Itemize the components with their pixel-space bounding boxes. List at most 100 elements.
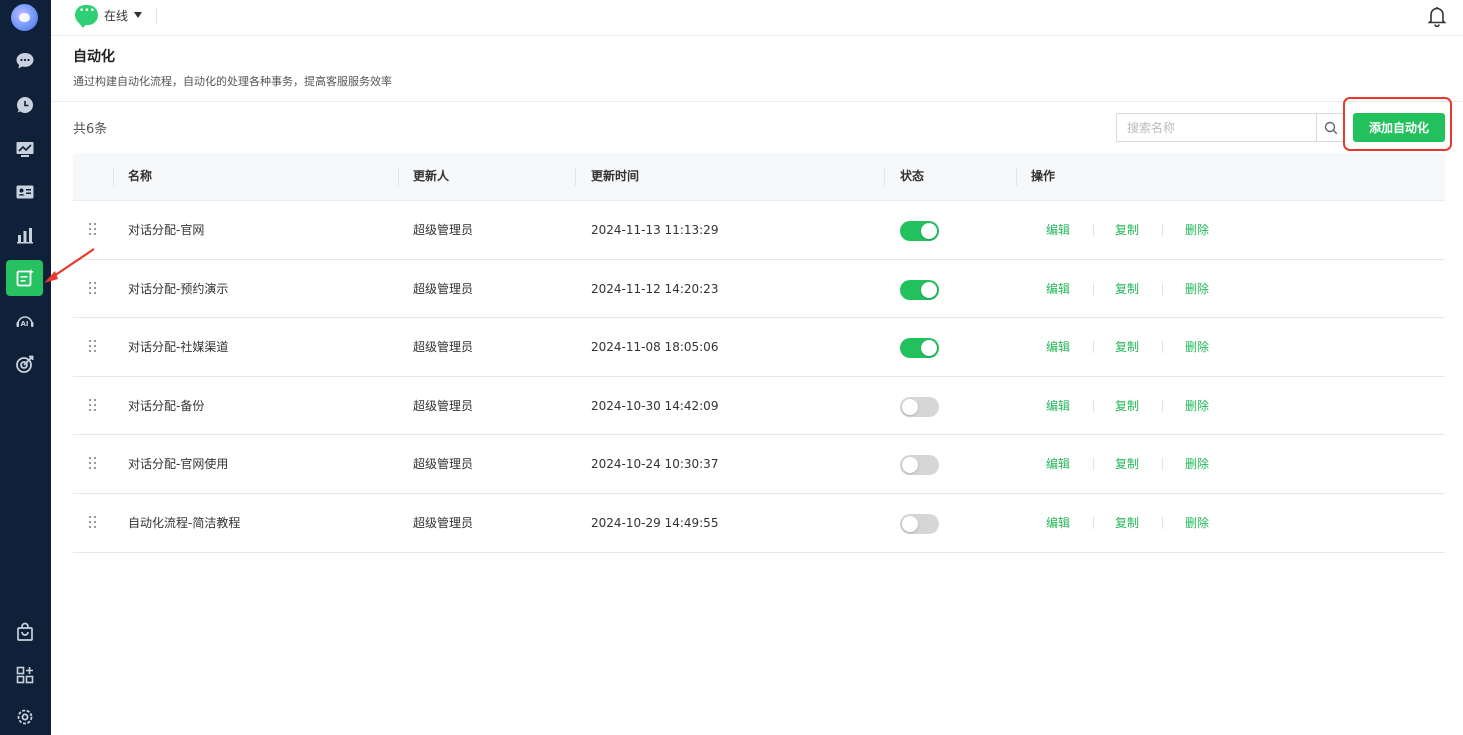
toggle-knob: [921, 223, 937, 239]
sidebar-item-ai[interactable]: AI: [6, 303, 43, 339]
search-button[interactable]: [1316, 113, 1345, 142]
drag-handle-icon[interactable]: [89, 398, 97, 411]
column-header-updater: 更新人: [413, 169, 450, 183]
sidebar-item-settings[interactable]: [6, 699, 43, 735]
toggle-knob: [902, 457, 918, 474]
sidebar-item-store[interactable]: [6, 614, 43, 650]
search-input[interactable]: [1116, 113, 1317, 142]
edit-button[interactable]: 编辑: [1046, 260, 1070, 318]
copy-button[interactable]: 复制: [1115, 435, 1139, 493]
copy-button[interactable]: 复制: [1115, 260, 1139, 318]
apps-grid-icon: [16, 666, 33, 684]
toggle-knob: [902, 398, 918, 415]
copy-button[interactable]: 复制: [1115, 494, 1139, 552]
table-header: 名称 更新人 更新时间 状态 操作: [73, 153, 1445, 201]
online-status-icon: [75, 5, 98, 28]
table-row: 对话分配-预约演示 超级管理员 2024-11-12 14:20:23 编辑 复…: [73, 260, 1445, 319]
table-row: 自动化流程-简洁教程 超级管理员 2024-10-29 14:49:55 编辑 …: [73, 494, 1445, 553]
automation-table: 名称 更新人 更新时间 状态 操作 对话分配-官网 超级管理员 2024-11-…: [73, 153, 1445, 553]
add-automation-button[interactable]: 添加自动化: [1353, 113, 1445, 142]
automation-name: 对话分配-预约演示: [128, 281, 229, 296]
automation-name: 对话分配-社媒渠道: [128, 340, 229, 355]
automation-updated-at: 2024-10-29 14:49:55: [591, 515, 719, 530]
copy-button[interactable]: 复制: [1115, 377, 1139, 435]
action-divider: [1093, 458, 1094, 471]
delete-button[interactable]: 删除: [1185, 318, 1209, 376]
status-toggle[interactable]: [900, 455, 939, 476]
column-header-actions: 操作: [1031, 169, 1056, 183]
copy-button[interactable]: 复制: [1115, 201, 1139, 259]
action-divider: [1093, 399, 1094, 412]
automation-updater: 超级管理员: [413, 340, 474, 355]
drag-handle-icon[interactable]: [89, 340, 97, 353]
action-divider: [1162, 341, 1163, 354]
automation-name: 对话分配-备份: [128, 398, 205, 413]
edit-button[interactable]: 编辑: [1046, 377, 1070, 435]
table-row: 对话分配-备份 超级管理员 2024-10-30 14:42:09 编辑 复制 …: [73, 377, 1445, 436]
action-divider: [1093, 341, 1094, 354]
column-divider: [1016, 168, 1017, 186]
bar-chart-icon: [16, 228, 33, 244]
ai-assistant-icon: AI: [16, 316, 33, 328]
sidebar-item-marketing[interactable]: [6, 346, 43, 382]
edit-button[interactable]: 编辑: [1046, 494, 1070, 552]
monitor-chart-icon: [16, 142, 33, 157]
sidebar-item-conversations[interactable]: [6, 87, 43, 123]
sidebar-item-apps[interactable]: [6, 657, 43, 693]
sidebar-item-monitor[interactable]: [6, 131, 43, 167]
settings-gear-icon: [17, 709, 32, 725]
action-divider: [1162, 458, 1163, 471]
table-row: 对话分配-官网 超级管理员 2024-11-13 11:13:29 编辑 复制 …: [73, 201, 1445, 260]
column-header-status: 状态: [900, 169, 925, 183]
action-divider: [1162, 516, 1163, 529]
copy-button[interactable]: 复制: [1115, 318, 1139, 376]
delete-button[interactable]: 删除: [1185, 260, 1209, 318]
status-toggle[interactable]: [900, 513, 939, 534]
caret-down-icon: [134, 12, 143, 18]
online-status-label: 在线: [104, 8, 129, 23]
automation-icon: [16, 269, 34, 287]
automation-name: 自动化流程-简洁教程: [128, 515, 241, 530]
action-divider: [1093, 516, 1094, 529]
delete-button[interactable]: 删除: [1185, 494, 1209, 552]
table-row: 对话分配-官网使用 超级管理员 2024-10-24 10:30:37 编辑 复…: [73, 435, 1445, 494]
toggle-knob: [921, 340, 937, 357]
action-divider: [1093, 282, 1094, 295]
status-toggle[interactable]: [900, 396, 939, 417]
drag-handle-icon[interactable]: [89, 457, 97, 470]
online-status-selector[interactable]: 在线: [75, 3, 143, 28]
automation-updater: 超级管理员: [413, 457, 474, 472]
search-icon: [1324, 121, 1337, 134]
action-divider: [1093, 224, 1094, 236]
automation-name: 对话分配-官网: [128, 223, 205, 237]
status-toggle[interactable]: [900, 221, 939, 241]
bell-icon[interactable]: [1427, 5, 1447, 27]
edit-button[interactable]: 编辑: [1046, 435, 1070, 493]
sidebar-item-chat[interactable]: [6, 43, 43, 79]
page-description: 通过构建自动化流程，自动化的处理各种事务，提高客服服务效率: [73, 75, 392, 88]
drag-handle-icon[interactable]: [89, 515, 97, 528]
sidebar-item-reports[interactable]: [6, 217, 43, 253]
delete-button[interactable]: 删除: [1185, 201, 1209, 259]
top-bar: 在线: [51, 0, 1463, 36]
page-title: 自动化: [73, 49, 115, 65]
contact-card-icon: [16, 185, 33, 199]
delete-button[interactable]: 删除: [1185, 377, 1209, 435]
table-body: 对话分配-官网 超级管理员 2024-11-13 11:13:29 编辑 复制 …: [73, 201, 1445, 553]
edit-button[interactable]: 编辑: [1046, 201, 1070, 259]
status-toggle[interactable]: [900, 279, 939, 300]
drag-handle-icon[interactable]: [89, 281, 97, 294]
status-toggle[interactable]: [900, 338, 939, 359]
drag-handle-icon[interactable]: [89, 223, 97, 235]
sidebar: AI: [0, 0, 51, 735]
delete-button[interactable]: 删除: [1185, 435, 1209, 493]
sidebar-item-contacts[interactable]: [6, 174, 43, 210]
sidebar-item-automation[interactable]: [6, 260, 43, 296]
topbar-divider: [156, 8, 157, 24]
edit-button[interactable]: 编辑: [1046, 318, 1070, 376]
total-count: 共6条: [73, 122, 108, 137]
toggle-knob: [921, 281, 937, 298]
app-logo[interactable]: [11, 4, 38, 31]
target-icon: [15, 355, 33, 373]
automation-updated-at: 2024-10-30 14:42:09: [591, 398, 719, 413]
